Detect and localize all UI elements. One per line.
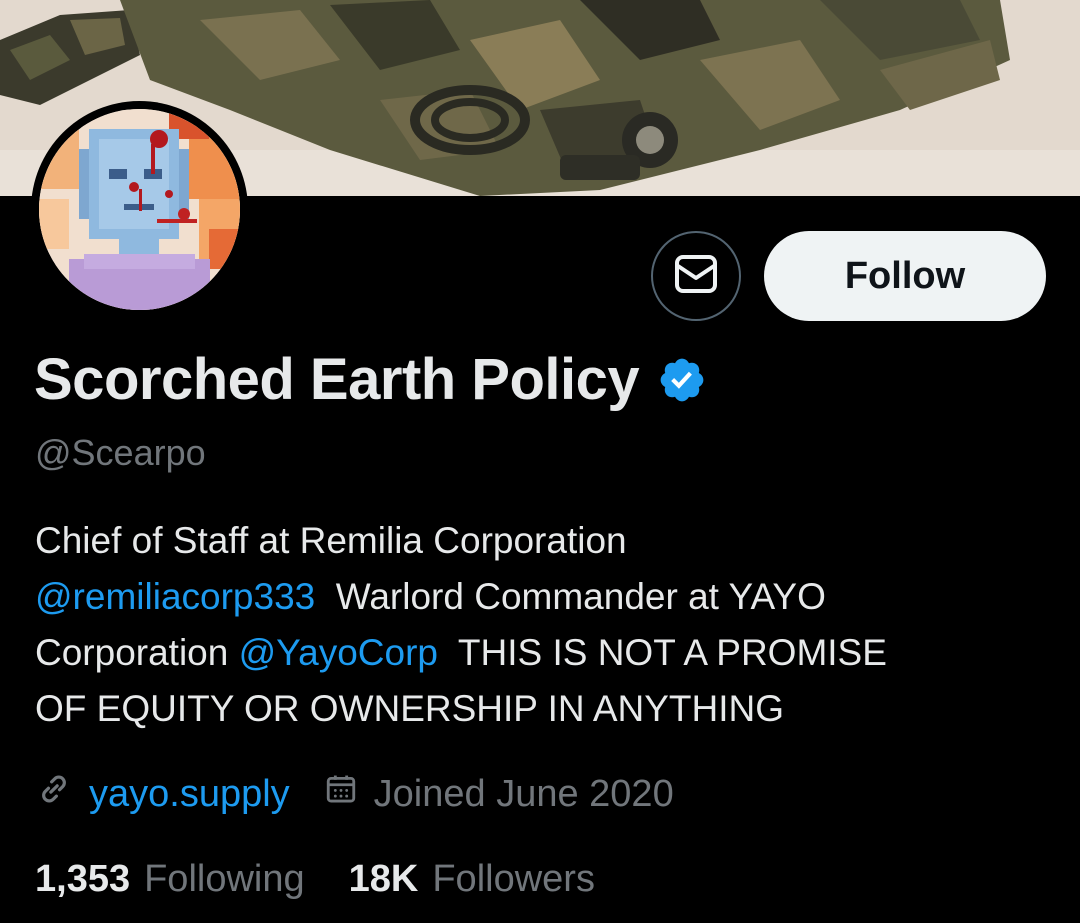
link-icon bbox=[35, 770, 73, 818]
profile-avatar[interactable] bbox=[31, 101, 248, 318]
bio-mention-remiliacorp333[interactable]: @remiliacorp333 bbox=[35, 576, 315, 617]
display-name: Scorched Earth Policy bbox=[34, 347, 640, 412]
bio-text: Chief of Staff at Remilia Corporation bbox=[35, 520, 627, 561]
avatar-image bbox=[39, 109, 240, 310]
envelope-icon bbox=[674, 254, 718, 299]
follow-stats: 1,353 Following 18K Followers bbox=[35, 858, 595, 901]
joined-item: Joined June 2020 bbox=[324, 772, 674, 816]
bio-text: THIS IS NOT A PROMISE bbox=[457, 632, 887, 673]
profile-bio: Chief of Staff at Remilia Corporation @r… bbox=[35, 513, 1045, 737]
avatar-pixel-art bbox=[39, 109, 240, 310]
profile-page: Follow Scorched Earth Policy @Scearpo Ch… bbox=[0, 0, 1080, 923]
profile-handle: @Scearpo bbox=[35, 432, 206, 473]
bio-text: Corporation bbox=[35, 632, 229, 673]
followers-count: 18K bbox=[348, 858, 419, 900]
website-link[interactable]: yayo.supply bbox=[89, 773, 290, 816]
profile-meta-row: yayo.supply Joined June 2020 bbox=[35, 770, 674, 818]
display-name-row: Scorched Earth Policy bbox=[34, 346, 707, 413]
followers-label: Followers bbox=[432, 858, 595, 900]
verified-badge-icon[interactable] bbox=[657, 355, 707, 405]
follow-button[interactable]: Follow bbox=[764, 231, 1046, 321]
joined-date: Joined June 2020 bbox=[373, 772, 674, 815]
calendar-icon bbox=[324, 772, 358, 816]
following-label: Following bbox=[144, 858, 305, 900]
following-stat[interactable]: 1,353 Following bbox=[35, 858, 305, 901]
website-item: yayo.supply bbox=[35, 770, 290, 818]
following-count: 1,353 bbox=[35, 858, 131, 900]
message-button[interactable] bbox=[651, 231, 741, 321]
bio-mention-yayocorp[interactable]: @YayoCorp bbox=[239, 632, 438, 673]
bio-text: Warlord Commander at YAYO bbox=[335, 576, 826, 617]
bio-text: OF EQUITY OR OWNERSHIP IN ANYTHING bbox=[35, 688, 784, 729]
followers-stat[interactable]: 18K Followers bbox=[349, 858, 595, 901]
